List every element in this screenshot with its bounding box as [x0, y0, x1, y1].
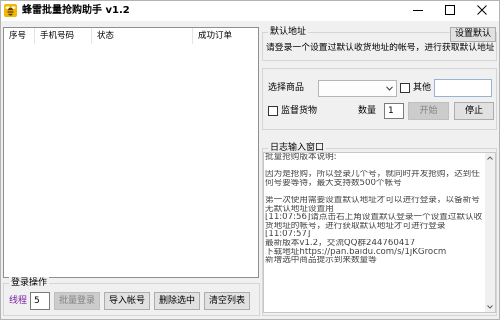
quantity-label: 数量 [358, 106, 377, 116]
account-list-header: 序号 手机号码 状态 成功订单 [4, 28, 258, 44]
set-default-button[interactable]: 设置默认 [450, 27, 496, 42]
default-address-title: 默认地址 [268, 26, 309, 38]
column-header-orders[interactable]: 成功订单 [193, 28, 258, 44]
log-line: 最新版本v1.2，交流QQ群244760417 [265, 238, 416, 248]
log-line: [11:07:57] [265, 230, 311, 239]
log-scrollbar[interactable] [485, 153, 495, 312]
close-icon [477, 5, 487, 15]
other-label[interactable]: 其他 [413, 82, 431, 94]
maximize-button[interactable] [434, 0, 466, 21]
scroll-down-arrow-icon[interactable] [487, 305, 493, 309]
product-dropdown[interactable] [318, 80, 397, 97]
default-address-group: 默认地址 设置默认 请登录一个设置过默认收货地址的帐号，进行获取默认地址 [262, 26, 497, 61]
account-list-body[interactable] [4, 44, 258, 277]
start-button[interactable]: 开始 [408, 102, 449, 120]
window-title: 蜂雷批量抢购助手 v1.2 [22, 5, 130, 16]
default-address-text: 请登录一个设置过默认收货地址的帐号，进行获取默认地址 [266, 43, 494, 53]
app-window: 蜂雷批量抢购助手 v1.2 序号 手机号码 状态 成功订单 登录操作 线程 批量… [0, 0, 500, 320]
delete-selected-button[interactable]: 删除选中 [154, 292, 200, 310]
column-header-phone[interactable]: 手机号码 [35, 28, 92, 44]
log-text: 批量抢购版本说明: 因为是抢购，所以登录几个号，就同时并发抢购，达到任 何号要等… [265, 153, 485, 312]
log-group: 日志输入窗口 批量抢购版本说明: 因为是抢购，所以登录几个号，就同时并发抢购，达… [262, 142, 497, 316]
log-line: 下载地址https://pan.baidu.com/s/1jKGrocm [265, 247, 447, 257]
log-line: 货地址的帐号，进行获取默认地址才可进行登录 [265, 221, 446, 231]
other-checkbox[interactable] [400, 83, 410, 93]
log-line: 何号要等待，最大支持数500个帐号 [265, 178, 402, 188]
column-header-status[interactable]: 状态 [92, 28, 193, 44]
quantity-input[interactable] [384, 103, 404, 119]
product-group: 选择商品 其他 监督货物 数量 开始 停止 [262, 68, 497, 130]
log-line: 批量抢购版本说明: [265, 153, 337, 162]
stop-button[interactable]: 停止 [454, 102, 494, 120]
app-icon [4, 4, 17, 17]
log-output[interactable]: 批量抢购版本说明: 因为是抢购，所以登录几个号，就同时并发抢购，达到任 何号要等… [263, 152, 496, 313]
account-list[interactable]: 序号 手机号码 状态 成功订单 [3, 27, 259, 278]
log-line: 因为是抢购，所以登录几个号，就同时并发抢购，达到任 [265, 170, 480, 179]
minimize-icon [413, 10, 423, 11]
thread-count-input[interactable] [30, 292, 50, 310]
title-bar[interactable]: 蜂雷批量抢购助手 v1.2 [0, 0, 500, 21]
column-header-index[interactable]: 序号 [4, 28, 35, 44]
login-ops-group: 登录操作 线程 批量登录 导入帐号 删除选中 清空列表 [3, 277, 260, 316]
clear-list-button[interactable]: 清空列表 [204, 292, 250, 310]
close-button[interactable] [466, 0, 498, 21]
other-product-input[interactable] [434, 79, 492, 97]
minimize-button[interactable] [402, 0, 434, 21]
log-line: 新增选中商品提示到来数量等 [265, 256, 377, 265]
monitor-goods-label[interactable]: 监督货物 [281, 105, 317, 117]
scroll-up-arrow-icon[interactable] [487, 156, 493, 160]
login-ops-title: 登录操作 [9, 277, 50, 289]
thread-label: 线程 [9, 296, 28, 306]
import-accounts-button[interactable]: 导入帐号 [104, 292, 150, 310]
monitor-goods-checkbox[interactable] [268, 106, 278, 116]
log-line: 第一次使用需要设置默认地址才可以进行登录，以备新号 [265, 195, 480, 205]
maximize-icon [445, 5, 455, 15]
log-line: 无默认地址设置用 [265, 204, 334, 214]
chevron-down-icon [386, 86, 393, 91]
log-line: [11:07:56]请点击右上角设置默认登录一个设置过默认收 [265, 213, 483, 222]
batch-login-button[interactable]: 批量登录 [54, 292, 100, 310]
select-product-label: 选择商品 [268, 83, 305, 93]
